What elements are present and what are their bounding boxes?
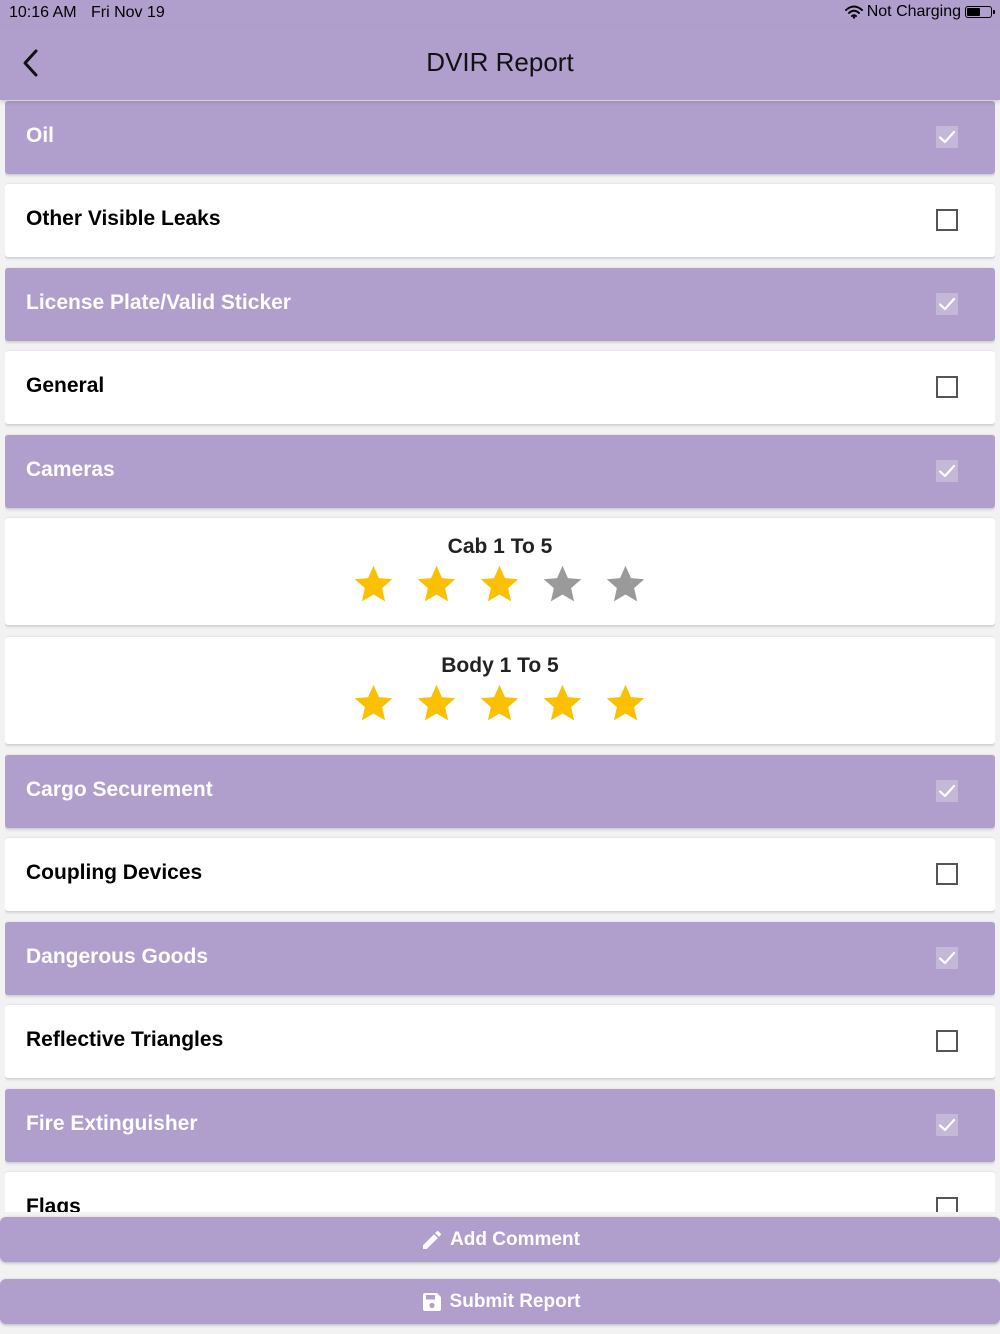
checkbox-unchecked[interactable] [936, 376, 958, 398]
checkbox-unchecked[interactable] [936, 863, 958, 885]
star-filled-icon[interactable] [477, 562, 522, 607]
checklist-item-other-visible-leaks[interactable]: Other Visible Leaks [5, 184, 995, 257]
status-bar: 10:16 AM Fri Nov 19 Not Charging [0, 0, 1000, 26]
item-label: Cargo Securement [26, 778, 213, 801]
item-label: Cameras [26, 458, 115, 481]
checkbox-checked[interactable] [936, 126, 958, 148]
item-label: Fire Extinguisher [26, 1112, 198, 1135]
checklist-item-coupling-devices[interactable]: Coupling Devices [5, 838, 995, 911]
checkbox-unchecked[interactable] [936, 209, 958, 231]
star-filled-icon[interactable] [351, 562, 396, 607]
charging-status: Not Charging [866, 3, 961, 20]
battery-level [967, 8, 980, 16]
checkbox-checked[interactable] [936, 947, 958, 969]
item-label: Flags [26, 1195, 81, 1212]
pencil-icon [423, 1230, 442, 1249]
star-filled-icon[interactable] [351, 681, 396, 726]
status-time: 10:16 AM [9, 4, 77, 21]
star-empty-icon[interactable] [603, 562, 648, 607]
checkbox-checked[interactable] [936, 293, 958, 315]
add-comment-label: Add Comment [450, 1228, 580, 1250]
rating-body: Body 1 To 5 [5, 637, 995, 744]
star-filled-icon[interactable] [603, 681, 648, 726]
item-label: Coupling Devices [26, 861, 203, 884]
checkbox-checked[interactable] [936, 780, 958, 802]
battery-icon [965, 6, 995, 18]
checklist[interactable]: Oil Other Visible Leaks License Plate/Va… [5, 101, 995, 1212]
checkbox-checked[interactable] [936, 1114, 958, 1136]
item-label: Other Visible Leaks [26, 207, 221, 230]
star-rating[interactable] [351, 681, 648, 726]
star-filled-icon[interactable] [477, 681, 522, 726]
rating-title: Cab 1 To 5 [447, 535, 553, 558]
status-date: Fri Nov 19 [91, 4, 165, 21]
item-label: License Plate/Valid Sticker [26, 291, 291, 314]
add-comment-button[interactable]: Add Comment [0, 1217, 1000, 1262]
star-filled-icon[interactable] [414, 562, 459, 607]
star-empty-icon[interactable] [540, 562, 585, 607]
rating-title: Body 1 To 5 [441, 654, 559, 677]
star-filled-icon[interactable] [414, 681, 459, 726]
checklist-item-general[interactable]: General [5, 351, 995, 424]
item-label: Reflective Triangles [26, 1028, 224, 1051]
rating-cab: Cab 1 To 5 [5, 518, 995, 625]
checklist-item-reflective-triangles[interactable]: Reflective Triangles [5, 1005, 995, 1078]
checklist-item-dangerous-goods[interactable]: Dangerous Goods [5, 922, 995, 995]
item-label: Oil [26, 124, 55, 147]
checklist-item-cameras[interactable]: Cameras [5, 435, 995, 508]
item-label: General [26, 374, 105, 397]
checkbox-checked[interactable] [936, 460, 958, 482]
checkbox-unchecked[interactable] [936, 1197, 958, 1212]
star-filled-icon[interactable] [540, 681, 585, 726]
checklist-item-flags[interactable]: Flags [5, 1172, 995, 1212]
checkbox-unchecked[interactable] [936, 1030, 958, 1052]
checklist-item-license-plate[interactable]: License Plate/Valid Sticker [5, 268, 995, 341]
nav-bar: DVIR Report [0, 26, 1000, 100]
wifi-icon [844, 5, 863, 19]
checklist-item-oil[interactable]: Oil [5, 101, 995, 174]
page-title: DVIR Report [426, 47, 574, 77]
submit-report-button[interactable]: Submit Report [0, 1279, 1000, 1324]
checklist-item-fire-extinguisher[interactable]: Fire Extinguisher [5, 1089, 995, 1162]
star-rating[interactable] [351, 562, 648, 607]
save-icon [422, 1292, 441, 1311]
status-right: Not Charging [844, 3, 995, 21]
item-label: Dangerous Goods [26, 945, 209, 968]
submit-report-label: Submit Report [449, 1290, 581, 1312]
checklist-item-cargo-securement[interactable]: Cargo Securement [5, 755, 995, 828]
